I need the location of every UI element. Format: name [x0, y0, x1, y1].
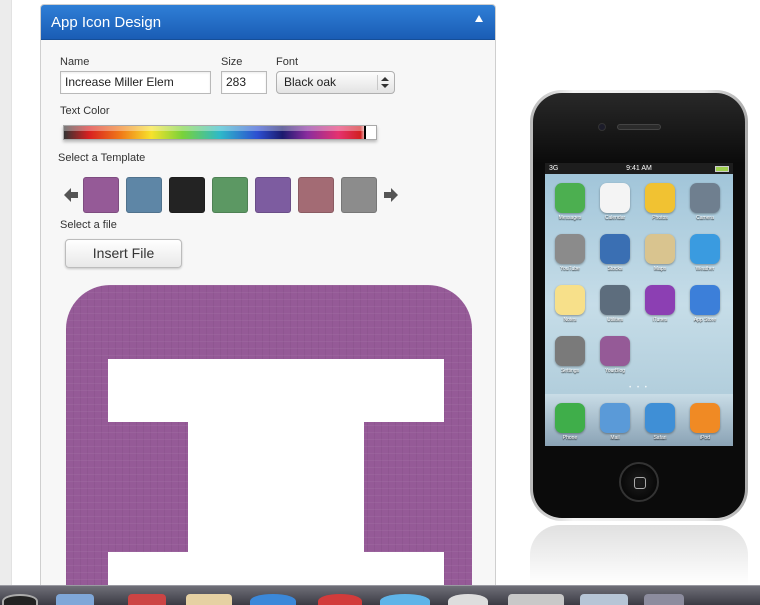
size-input[interactable]: 283	[221, 71, 267, 94]
photos-dock-icon[interactable]	[186, 594, 232, 605]
front-camera-icon	[598, 123, 606, 131]
dock-app-label: iPod	[699, 435, 710, 441]
media-dock-icon[interactable]	[448, 594, 488, 605]
font-select-value: Black oak	[284, 75, 337, 89]
dock-app-icon	[600, 403, 630, 433]
app-icon	[645, 234, 675, 264]
app-icon	[645, 285, 675, 315]
insert-file-button[interactable]: Insert File	[65, 239, 182, 268]
app-icon	[645, 183, 675, 213]
dock-app-icon	[690, 403, 720, 433]
battery-icon	[715, 166, 729, 172]
page-dots: • • •	[629, 385, 649, 391]
app-label: iTunes	[652, 317, 668, 323]
app-icon	[555, 183, 585, 213]
collapse-triangle-icon[interactable]	[475, 15, 483, 22]
template-label: Select a Template	[58, 152, 146, 164]
dock-app-icon	[645, 403, 675, 433]
template-rose-swatch[interactable]	[298, 177, 334, 213]
home-square-icon	[634, 477, 646, 489]
template-purple-swatch[interactable]	[83, 177, 119, 213]
cloud-dock-icon[interactable]	[380, 594, 430, 605]
size-label: Size	[221, 56, 243, 68]
page-gutter	[0, 0, 12, 585]
app-label: Stocks	[607, 266, 623, 272]
app-icon	[555, 234, 585, 264]
name-input[interactable]: Increase Miller Elem	[60, 71, 211, 94]
misc-dock-icon[interactable]	[644, 594, 684, 605]
name-label: Name	[60, 56, 90, 68]
i-glyph-top-bar	[108, 359, 444, 422]
arrow-left-icon[interactable]	[64, 188, 78, 202]
app-label: YourBlog	[604, 368, 626, 374]
app-label: Photos	[652, 215, 668, 221]
os-dock	[0, 585, 760, 605]
home-button	[619, 462, 659, 502]
calendar-dock-icon[interactable]	[128, 594, 166, 605]
icon-preview	[66, 285, 472, 593]
dock-app-icon	[555, 403, 585, 433]
dock-app-label: Safari	[653, 435, 667, 441]
iphone-mockup: 3G 9:41 AM Messages Calendar Photos Camera Y…	[530, 90, 748, 521]
template-black-swatch[interactable]	[169, 177, 205, 213]
earpiece	[617, 124, 661, 130]
app-label: YouTube	[560, 266, 580, 272]
template-gray-swatch[interactable]	[341, 177, 377, 213]
status-bar: 3G 9:41 AM	[545, 163, 733, 174]
phone-reflection	[530, 525, 748, 585]
mail-dock-icon[interactable]	[56, 594, 94, 605]
font-label: Font	[276, 56, 299, 68]
app-label: Camera	[696, 215, 714, 221]
app-icon	[600, 183, 630, 213]
app-label: Utilities	[606, 317, 624, 323]
font-select[interactable]: Black oak	[276, 71, 395, 94]
text-color-spectrum[interactable]	[63, 125, 377, 140]
app-label: Messages	[558, 215, 582, 221]
app-icon	[600, 285, 630, 315]
app-icon	[600, 336, 630, 366]
screen-dock-icon[interactable]	[508, 594, 564, 605]
app-label: Weather	[695, 266, 715, 272]
app-label: Settings	[560, 368, 580, 374]
panel-title: App Icon Design	[51, 14, 162, 31]
app-icon-design-panel: App Icon Design Name Increase Miller Ele…	[40, 4, 496, 594]
spectrum-shine	[64, 126, 376, 131]
select-separator	[377, 75, 378, 90]
safari-dock-icon[interactable]	[250, 594, 296, 605]
phone-screen: 3G 9:41 AM Messages Calendar Photos Camera Y…	[545, 163, 733, 446]
color-picker-marker[interactable]	[364, 126, 376, 139]
app-label: Notes	[563, 317, 577, 323]
clock-text: 9:41 AM	[626, 165, 652, 172]
app-icon	[600, 234, 630, 264]
app-icon	[555, 336, 585, 366]
i-glyph-stem	[188, 422, 364, 552]
arrow-right-icon[interactable]	[384, 188, 398, 202]
chrome-dock-icon[interactable]	[318, 594, 362, 605]
app-label: App Store	[693, 317, 717, 323]
preview-dock-icon[interactable]	[580, 594, 628, 605]
file-label: Select a file	[60, 219, 117, 231]
dock-app-label: Phone	[562, 435, 578, 441]
dock-app-label: Mail	[610, 435, 620, 441]
app-icon	[555, 285, 585, 315]
template-violet-swatch[interactable]	[255, 177, 291, 213]
app-icon	[690, 183, 720, 213]
text-color-label: Text Color	[60, 105, 110, 117]
template-blue-swatch[interactable]	[126, 177, 162, 213]
updown-arrows-icon	[381, 77, 389, 89]
app-icon	[690, 234, 720, 264]
app-label: Calendar	[604, 215, 626, 221]
app-label: Maps	[653, 266, 667, 272]
template-green-swatch[interactable]	[212, 177, 248, 213]
finder-dock-icon[interactable]	[2, 594, 38, 605]
app-icon	[690, 285, 720, 315]
panel-header[interactable]: App Icon Design	[41, 5, 495, 40]
